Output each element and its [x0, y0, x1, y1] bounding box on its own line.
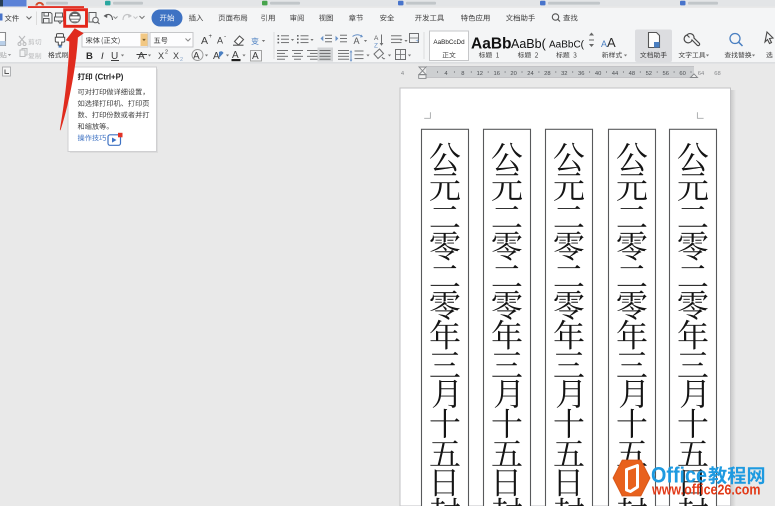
svg-text:AaBb(: AaBb(: [511, 37, 547, 51]
svg-text:A: A: [217, 36, 223, 46]
svg-text:60: 60: [679, 71, 685, 77]
svg-text:28: 28: [544, 71, 550, 77]
svg-text:12: 12: [477, 71, 483, 77]
svg-text:(Ctrl+P): (Ctrl+P): [95, 73, 124, 82]
svg-text:Z: Z: [374, 43, 378, 50]
svg-text:X: X: [173, 51, 179, 61]
svg-text:48: 48: [629, 71, 635, 77]
svg-text:20: 20: [510, 71, 516, 77]
svg-text:56: 56: [662, 71, 668, 77]
svg-text:A: A: [138, 51, 145, 62]
svg-text:A: A: [607, 35, 616, 50]
svg-text:AaBb: AaBb: [471, 36, 511, 53]
svg-text:36: 36: [578, 71, 584, 77]
svg-text:16: 16: [493, 71, 499, 77]
svg-text:32: 32: [561, 71, 567, 77]
svg-text:52: 52: [646, 71, 652, 77]
svg-text:I: I: [101, 51, 104, 62]
svg-text:A: A: [601, 39, 607, 49]
svg-text:44: 44: [612, 71, 619, 77]
svg-text:-: -: [224, 33, 226, 40]
svg-text:40: 40: [595, 71, 601, 77]
svg-text:A: A: [354, 36, 360, 46]
svg-text:+: +: [209, 34, 213, 40]
svg-text:2: 2: [180, 57, 183, 63]
svg-text:www.office26.com: www.office26.com: [651, 483, 760, 499]
svg-text:A: A: [213, 51, 220, 62]
svg-text:A: A: [201, 35, 208, 47]
svg-text:8: 8: [461, 71, 464, 77]
svg-text:A: A: [252, 51, 259, 62]
svg-text:A: A: [374, 35, 379, 42]
svg-text:2: 2: [165, 50, 168, 56]
svg-text:68: 68: [714, 71, 720, 77]
svg-text:64: 64: [698, 71, 705, 77]
svg-text:AaBbCcDd: AaBbCcDd: [433, 39, 465, 46]
svg-text:24: 24: [527, 71, 534, 77]
svg-text:+: +: [416, 39, 420, 45]
svg-text:AaBbC(: AaBbC(: [549, 40, 585, 51]
svg-text:B: B: [86, 51, 93, 62]
svg-text:X: X: [158, 51, 164, 61]
